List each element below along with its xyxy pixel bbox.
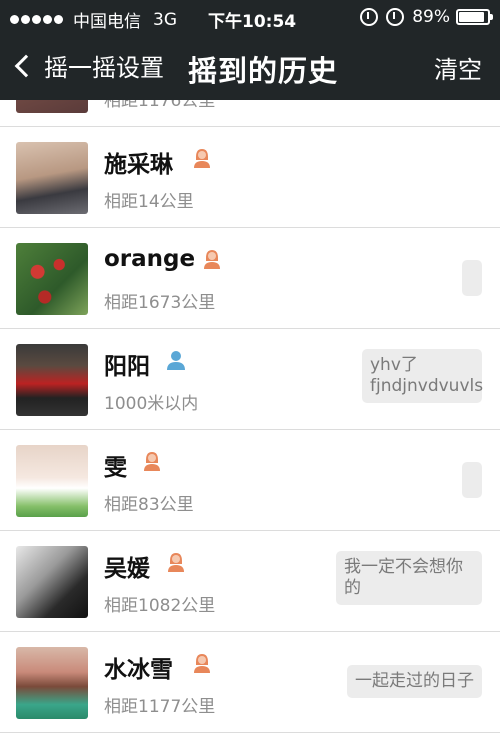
list-item[interactable]: 吴媛相距1082公里 我一定不会想你 的 xyxy=(0,531,500,632)
message-bubble xyxy=(462,462,482,498)
contact-name: 施采琳 xyxy=(104,152,173,178)
contact-name: 阳阳 xyxy=(104,354,150,380)
clear-button[interactable]: 清空 xyxy=(434,50,482,85)
distance-label: 相距83公里 xyxy=(104,495,194,515)
list-item[interactable]: 阳阳 1000米以内 yhv了 fjndjnvdvuvls xyxy=(0,329,500,430)
distance-label: 相距1673公里 xyxy=(104,293,216,313)
distance-label: 相距1177公里 xyxy=(104,697,216,717)
female-icon xyxy=(168,553,184,572)
list-item[interactable]: 水冰雪相距1177公里 一起走过的日子 xyxy=(0,632,500,733)
status-left: 中国电信 3G xyxy=(10,7,177,32)
carrier-name: 中国电信 xyxy=(73,12,141,32)
back-button[interactable]: 摇一摇设置 xyxy=(12,48,164,83)
rotation-lock-icon xyxy=(360,8,379,26)
network-type: 3G xyxy=(153,9,177,30)
battery-percent: 89% xyxy=(412,7,450,27)
female-icon xyxy=(204,250,220,269)
list-item[interactable]: 雯相距83公里 xyxy=(0,430,500,531)
avatar xyxy=(16,647,88,719)
female-icon xyxy=(144,452,160,471)
contact-name: 吴媛 xyxy=(104,556,150,582)
history-list: 相距1176公里 施采琳相距14公里 orange 相距1673公里阳阳 1000米以… xyxy=(0,100,500,750)
battery-icon xyxy=(456,9,493,25)
list-item[interactable]: orange 相距1673公里 xyxy=(0,228,500,329)
distance-label: 相距1176公里 xyxy=(104,100,216,111)
avatar xyxy=(16,344,88,416)
avatar xyxy=(16,142,88,214)
male-icon xyxy=(167,351,185,370)
page-title: 摇到的历史 xyxy=(188,54,339,88)
message-bubble xyxy=(462,260,482,296)
distance-label: 1000米以内 xyxy=(104,394,199,414)
alarm-icon xyxy=(386,8,405,26)
contact-name: orange xyxy=(104,246,196,272)
message-bubble: yhv了 fjndjnvdvuvls xyxy=(362,349,483,403)
status-right: 89% xyxy=(360,7,493,27)
status-bar: 中国电信 3G 下午10:54 89% xyxy=(0,0,500,34)
avatar xyxy=(16,445,88,517)
signal-strength-icon xyxy=(10,15,65,24)
message-bubble: 我一定不会想你 的 xyxy=(336,551,482,605)
avatar xyxy=(16,100,88,113)
avatar xyxy=(16,243,88,315)
list-item-partial[interactable]: 相距1176公里 xyxy=(0,100,500,127)
distance-label: 相距1082公里 xyxy=(104,596,216,616)
contact-name: 水冰雪 xyxy=(104,657,173,683)
contact-name: 雯 xyxy=(104,455,127,481)
back-label: 摇一摇设置 xyxy=(44,54,164,82)
nav-bar: 摇一摇设置 摇到的历史 清空 xyxy=(0,34,500,100)
status-time: 下午10:54 xyxy=(208,12,297,32)
list-item[interactable]: 施采琳相距14公里 xyxy=(0,127,500,228)
female-icon xyxy=(194,149,210,168)
distance-label: 相距14公里 xyxy=(104,192,194,212)
chevron-left-icon xyxy=(14,54,38,77)
avatar xyxy=(16,546,88,618)
female-icon xyxy=(194,654,210,673)
message-bubble: 一起走过的日子 xyxy=(347,665,482,698)
